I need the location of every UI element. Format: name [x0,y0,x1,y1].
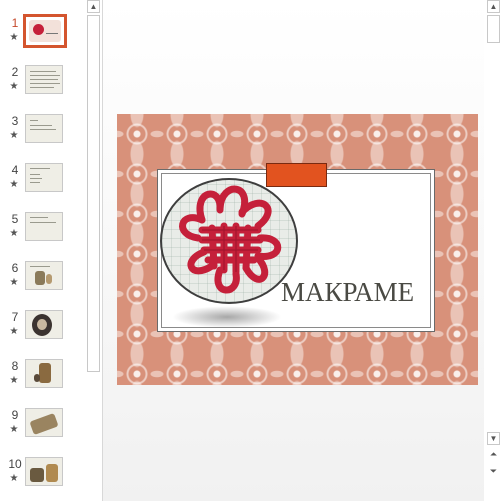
slide-number: 2 [11,65,19,79]
editor-scroll-down-button[interactable]: ▼ [487,432,500,445]
slide-preview[interactable] [25,114,63,143]
animation-star-icon: ★ [9,375,19,386]
slide-preview[interactable] [25,310,63,339]
photo-shadow [172,306,282,328]
scrollbar-thumb[interactable] [87,15,100,372]
editor-scrollbar[interactable]: ▲ ▼ ⏶ ⏷ [486,0,501,501]
slide-preview[interactable] [25,359,63,388]
next-slide-button[interactable]: ⏷ [487,466,500,479]
editor-scrollbar-thumb[interactable] [487,15,500,43]
slide-number: 5 [11,212,19,226]
previous-slide-button[interactable]: ⏶ [487,449,500,462]
slide-title[interactable]: МАКРАМЕ [281,277,431,308]
slide-number: 7 [11,310,19,324]
slide-preview[interactable] [25,261,63,290]
slide-thumbnail-2[interactable]: 2 ★ [0,65,86,109]
slide-thumbnail-7[interactable]: 7 ★ [0,310,86,354]
slide-preview[interactable] [25,457,63,486]
macrame-knot-photo[interactable] [160,178,298,304]
slide-preview[interactable] [25,163,63,192]
animation-star-icon: ★ [9,81,19,92]
animation-star-icon: ★ [9,424,19,435]
slide-number: 1 [11,16,19,30]
animation-star-icon: ★ [9,326,19,337]
slide-canvas[interactable]: МАКРАМЕ [117,114,478,385]
chinese-knot-image [179,185,282,294]
scroll-up-button[interactable]: ▲ [87,0,100,13]
slide-thumbnail-1[interactable]: 1 ★ [0,14,86,60]
slide-preview[interactable] [25,408,63,437]
slide-preview[interactable] [23,14,67,48]
slide-thumbnail-10[interactable]: 10 ★ [0,457,86,501]
slide-thumbnail-3[interactable]: 3 ★ [0,114,86,158]
slide-number: 9 [11,408,19,422]
editor-scroll-up-button[interactable]: ▲ [487,0,500,13]
slide-thumbnail-4[interactable]: 4 ★ [0,163,86,207]
slide-preview[interactable] [25,65,63,94]
thumbnail-scrollbar[interactable]: ▲ [87,0,101,501]
slide-thumbnail-pane: 1 ★ 2 ★ 3 ★ 4 ★ 5 ★ 6 ★ 7 ★ 8 ★ 9 ★ 10 ★ [0,0,86,501]
animation-star-icon: ★ [9,32,19,43]
animation-star-icon: ★ [9,473,19,484]
slide-thumbnail-9[interactable]: 9 ★ [0,408,86,452]
slide-thumbnail-5[interactable]: 5 ★ [0,212,86,256]
slide-number: 3 [11,114,19,128]
slide-thumbnail-8[interactable]: 8 ★ [0,359,86,403]
slide-number: 6 [11,261,19,275]
animation-star-icon: ★ [9,179,19,190]
animation-star-icon: ★ [9,277,19,288]
slide-number: 4 [11,163,19,177]
slide-number: 10 [8,457,22,471]
animation-star-icon: ★ [9,228,19,239]
slide-thumbnail-6[interactable]: 6 ★ [0,261,86,305]
accent-tab [266,163,327,187]
slide-number: 8 [11,359,19,373]
slide-preview[interactable] [25,212,63,241]
animation-star-icon: ★ [9,130,19,141]
